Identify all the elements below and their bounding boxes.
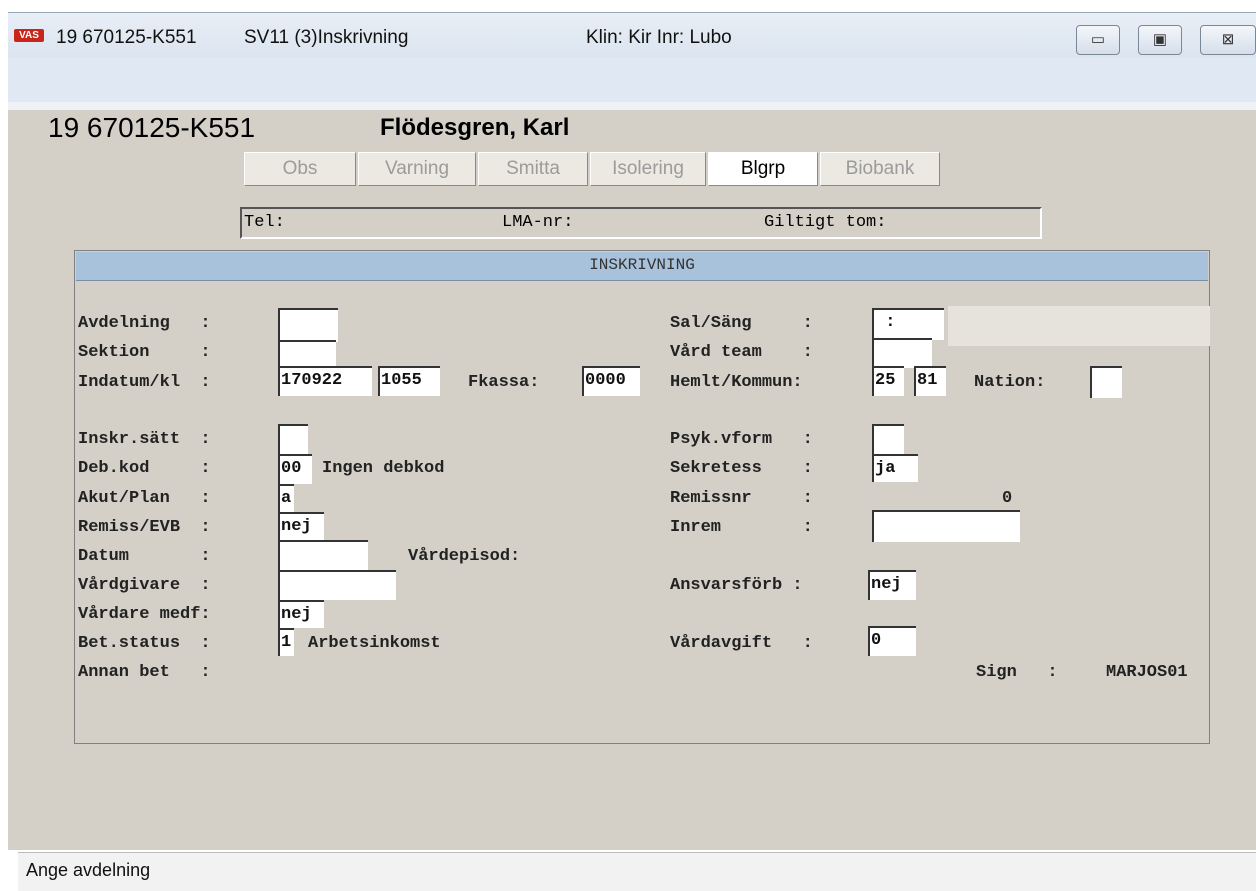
vardepisod-label: Vårdepisod:	[408, 547, 521, 566]
remissnr-label: Remissnr :	[670, 489, 813, 508]
maximize-icon: ▣	[1152, 31, 1168, 48]
close-button[interactable]: ⊠	[1200, 25, 1256, 55]
toolbar-strip	[8, 102, 1256, 110]
tab-biobank[interactable]: Biobank	[820, 152, 940, 186]
deb-kod-label: Deb.kod :	[78, 459, 211, 478]
avdelning-input[interactable]	[278, 308, 338, 342]
sekretess-label: Sekretess :	[670, 459, 813, 478]
tab-blgrp[interactable]: Blgrp	[708, 152, 818, 186]
maximize-button[interactable]: ▣	[1138, 25, 1182, 55]
tab-obs[interactable]: Obs	[244, 152, 356, 186]
psyk-vform-label: Psyk.vform :	[670, 430, 813, 449]
inskr-satt-input[interactable]	[278, 424, 308, 454]
deb-kod-text: Ingen debkod	[322, 459, 445, 478]
minimize-button[interactable]: ▭	[1076, 25, 1120, 55]
valid-label: Giltigt tom:	[764, 213, 887, 232]
status-bar	[18, 852, 1256, 891]
akut-plan-label: Akut/Plan :	[78, 489, 211, 508]
vard-team-label: Vård team :	[670, 343, 813, 362]
annan-bet-label: Annan bet :	[78, 663, 211, 682]
window-screen-name: SV11 (3)Inskrivning	[244, 27, 409, 48]
indatum-label: Indatum/kl :	[78, 373, 211, 392]
vardare-medf-input[interactable]: nej	[278, 600, 324, 628]
lma-label: LMA-nr:	[502, 213, 574, 232]
tab-varning[interactable]: Varning	[358, 152, 476, 186]
sal-sang-label: Sal/Säng :	[670, 314, 813, 333]
vard-team-input[interactable]	[872, 338, 932, 368]
datum-label: Datum :	[78, 547, 211, 566]
sign-value: MARJOS01	[1106, 663, 1188, 682]
inrem-input[interactable]	[872, 510, 1020, 542]
inskr-satt-label: Inskr.sätt :	[78, 430, 211, 449]
indatum-date-input[interactable]: 170922	[278, 366, 372, 396]
vardavgift-label: Vårdavgift :	[670, 634, 813, 653]
tel-label: Tel:	[244, 213, 285, 232]
window-patient-id: 19 670125-K551	[56, 27, 197, 48]
remissnr-value: 0	[1002, 489, 1013, 508]
vardgivare-label: Vårdgivare :	[78, 576, 211, 595]
hemlt-input[interactable]: 25	[872, 366, 904, 396]
nation-input[interactable]	[1090, 366, 1122, 398]
blank-area	[948, 306, 1210, 346]
sal-sang-input[interactable]: :	[872, 308, 944, 340]
remiss-evb-label: Remiss/EVB :	[78, 518, 211, 537]
form-title: INSKRIVNING	[589, 256, 695, 274]
bet-status-label: Bet.status :	[78, 634, 211, 653]
ansvarsforb-input[interactable]: nej	[868, 570, 916, 600]
nation-label: Nation:	[974, 373, 1046, 392]
minimize-icon: ▭	[1090, 31, 1106, 48]
kommun-input[interactable]: 81	[914, 366, 946, 396]
datum-input[interactable]	[278, 540, 368, 570]
inrem-label: Inrem :	[670, 518, 813, 537]
close-icon: ⊠	[1221, 31, 1235, 48]
sign-label: Sign :	[976, 663, 1058, 682]
fkassa-label: Fkassa:	[468, 373, 540, 392]
sektion-input[interactable]	[278, 340, 336, 368]
hemlt-kommun-label: Hemlt/Kommun:	[670, 373, 803, 392]
tab-smitta[interactable]: Smitta	[478, 152, 588, 186]
menu-strip	[8, 58, 1256, 102]
contact-info-box	[240, 207, 1042, 239]
deb-kod-input[interactable]: 00	[278, 454, 312, 484]
bet-status-input[interactable]: 1	[278, 628, 294, 656]
psyk-vform-input[interactable]	[872, 424, 904, 454]
tab-isolering[interactable]: Isolering	[590, 152, 706, 186]
patient-id: 19 670125-K551	[48, 112, 256, 143]
ansvarsforb-label: Ansvarsförb :	[670, 576, 803, 595]
akut-plan-input[interactable]: a	[278, 484, 294, 512]
vardavgift-input[interactable]: 0	[868, 626, 916, 656]
vardgivare-input[interactable]	[278, 570, 396, 600]
indatum-time-input[interactable]: 1055	[378, 366, 440, 396]
status-text: Ange avdelning	[26, 860, 151, 880]
vas-logo-icon: VAS	[14, 29, 44, 42]
patient-name: Flödesgren, Karl	[380, 114, 570, 141]
vardare-medf-label: Vårdare medf:	[78, 605, 211, 624]
sektion-label: Sektion :	[78, 343, 211, 362]
fkassa-input[interactable]: 0000	[582, 366, 640, 396]
sekretess-input[interactable]: ja	[872, 454, 918, 482]
bet-status-text: Arbetsinkomst	[308, 634, 441, 653]
avdelning-label: Avdelning :	[78, 314, 211, 333]
remiss-evb-input[interactable]: nej	[278, 512, 324, 540]
window-context: Klin: Kir Inr: Lubo	[586, 27, 732, 48]
